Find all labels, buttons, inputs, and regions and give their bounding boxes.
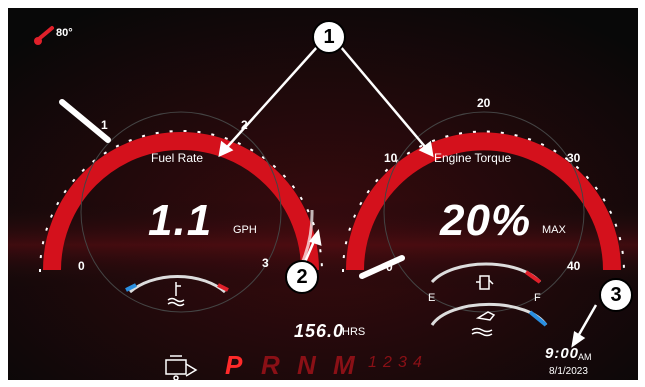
gear-number-4: 4 <box>413 354 422 371</box>
engine-hours-unit: HRS <box>342 326 366 338</box>
fuel-tick-1: 1 <box>101 118 108 132</box>
callout-1: 1 <box>312 20 346 54</box>
fuel-tick-0: 0 <box>78 259 85 273</box>
gear-m: M <box>333 350 355 380</box>
fuel-full-label: F <box>534 292 541 304</box>
engine-torque-value: 20% <box>440 196 532 245</box>
fuel-rate-value: 1.1 <box>148 196 213 245</box>
engine-hours-value: 156.0 <box>294 321 345 341</box>
torque-tick-20: 20 <box>477 96 491 110</box>
gear-number-3: 3 <box>398 354 407 371</box>
torque-tick-30: 30 <box>567 151 581 165</box>
gear-n: N <box>297 350 316 380</box>
gear-p: P <box>225 350 243 380</box>
fuel-rate-title: Fuel Rate <box>151 151 204 165</box>
temperature-value: 80° <box>56 27 73 39</box>
fuel-tick-2: 2 <box>241 118 248 132</box>
callout-3: 3 <box>599 278 633 312</box>
dashboard-screen: 80° Fuel Rate 1.1 GPH 0 1 2 3 Engine Tor… <box>0 0 645 387</box>
torque-tick-0: 0 <box>386 260 393 274</box>
engine-torque-title: Engine Torque <box>434 151 512 165</box>
fuel-empty-label: E <box>428 292 436 304</box>
gear-number-1: 1 <box>368 354 377 371</box>
clock-date: 8/1/2023 <box>549 366 588 377</box>
gear-number-2: 2 <box>383 354 392 371</box>
clock-time: 9:00 <box>545 345 580 362</box>
background-band <box>8 200 638 290</box>
clock-ampm: AM <box>578 352 592 362</box>
torque-tick-40: 40 <box>567 259 581 273</box>
callout-2: 2 <box>285 260 319 294</box>
gear-r: R <box>261 350 280 380</box>
engine-torque-unit: MAX <box>542 224 566 236</box>
fuel-tick-3: 3 <box>262 256 269 270</box>
fuel-rate-unit: GPH <box>233 224 257 236</box>
torque-tick-10: 10 <box>384 151 398 165</box>
